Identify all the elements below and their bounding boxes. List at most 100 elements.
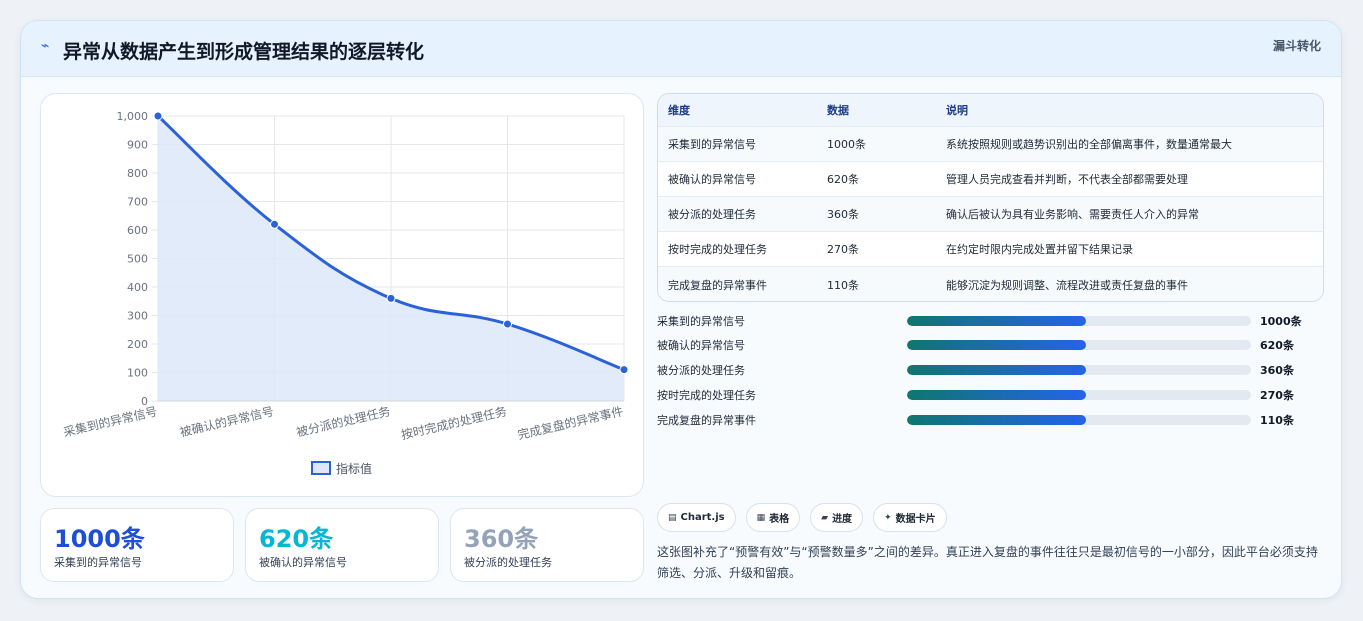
progress-label: 被确认的异常信号 — [657, 339, 745, 352]
table-header-cell: 数据 — [827, 104, 849, 117]
y-tick-label: 900 — [127, 139, 148, 152]
stat-label: 被确认的异常信号 — [259, 556, 347, 569]
y-tick-label: 600 — [127, 224, 148, 237]
table-header-row: 维度 数据 说明 — [658, 94, 1323, 127]
data-point — [503, 319, 512, 329]
y-tick-label: 700 — [127, 196, 148, 209]
table-cell: 620条 — [827, 173, 859, 186]
progress-icon: ▰ — [821, 512, 829, 523]
table-header-cell: 维度 — [668, 104, 690, 117]
stat-card: 1000条 采集到的异常信号 — [40, 508, 234, 582]
progress-fill — [907, 316, 1086, 326]
progress-fill — [907, 415, 1086, 425]
table-cell: 110条 — [827, 278, 859, 292]
progress-fill — [907, 365, 1086, 375]
table-row: 按时完成的处理任务 270条 在约定时限内完成处置并留下结果记录 — [658, 232, 1323, 267]
table-cell: 系统按照规则或趋势识别出的全部偏离事件，数量通常最大 — [946, 138, 1232, 151]
funnel-card: ⌁ 异常从数据产生到形成管理结果的逐层转化 漏斗转化 0 100 200 300 400… — [20, 20, 1342, 599]
table-cell: 确认后被认为具有业务影响、需要责任人介入的异常 — [946, 208, 1199, 221]
progress-row: 采集到的异常信号 1000条 — [657, 311, 1337, 331]
progress-value: 360条 — [1260, 364, 1294, 377]
x-tick-label: 按时完成的处理任务 — [400, 403, 509, 442]
x-tick-label: 被分派的处理任务 — [295, 403, 392, 439]
chip-data-card[interactable]: ✦ 数据卡片 — [873, 503, 947, 532]
progress-value: 620条 — [1260, 339, 1294, 352]
chip-label: 数据卡片 — [895, 514, 936, 525]
progress-value: 110条 — [1260, 414, 1294, 427]
x-tick-label: 被确认的异常信号 — [178, 403, 275, 439]
data-point — [153, 111, 163, 121]
y-tick-label: 300 — [127, 310, 148, 323]
card-title: 异常从数据产生到形成管理结果的逐层转化 — [63, 41, 425, 63]
data-point — [619, 365, 629, 375]
chip-table[interactable]: ▦ 表格 — [745, 503, 801, 532]
legend-swatch — [311, 461, 331, 475]
table-cell: 360条 — [827, 208, 859, 221]
tech-chips: ▤ Chart.js ▦ 表格 ▰ 进度 ✦ 数据卡片 — [657, 503, 947, 533]
progress-track — [907, 415, 1251, 425]
chart-panel: 0 100 200 300 400 500 600 700 800 900 1,000 采集到的异常信… — [40, 93, 644, 497]
progress-value: 1000条 — [1260, 315, 1302, 328]
progress-track — [907, 340, 1251, 350]
table-row: 被确认的异常信号 620条 管理人员完成查看并判断，不代表全部都需要处理 — [658, 162, 1323, 197]
card-header: ⌁ 异常从数据产生到形成管理结果的逐层转化 漏斗转化 — [21, 21, 1341, 77]
progress-label: 采集到的异常信号 — [657, 315, 745, 328]
data-point — [270, 219, 279, 229]
table-cell: 完成复盘的异常事件 — [668, 278, 767, 292]
progress-value: 270条 — [1260, 389, 1294, 402]
table-cell: 采集到的异常信号 — [668, 138, 756, 151]
table-cell: 被确认的异常信号 — [668, 173, 756, 186]
table-cell: 被分派的处理任务 — [668, 208, 756, 221]
y-tick-label: 100 — [127, 367, 148, 380]
chip-label: 进度 — [832, 514, 853, 525]
progress-fill — [907, 340, 1086, 350]
table-cell: 1000条 — [827, 138, 866, 151]
progress-label: 被分派的处理任务 — [657, 364, 745, 377]
stat-value: 360条 — [464, 525, 539, 553]
table-icon: ▦ — [756, 512, 766, 523]
trend-icon: ⌁ — [41, 38, 50, 54]
table-cell: 270条 — [827, 243, 859, 256]
progress-row: 被分派的处理任务 360条 — [657, 360, 1337, 380]
chart-icon: ▤ — [668, 512, 677, 523]
sparkle-icon: ✦ — [884, 512, 892, 523]
table-cell: 能够沉淀为规则调整、流程改进或责任复盘的事件 — [946, 278, 1188, 292]
description-text: 这张图补充了“预警有效”与“预警数量多”之间的差异。真正进入复盘的事件往往只是最… — [657, 545, 1318, 580]
y-tick-label: 400 — [127, 281, 148, 294]
chip-chartjs[interactable]: ▤ Chart.js — [657, 503, 736, 532]
y-tick-label: 1,000 — [117, 110, 149, 123]
data-table: 维度 数据 说明 采集到的异常信号 1000条 系统按照规则或趋势识别出的全部偏… — [657, 93, 1324, 302]
legend-label: 指标值 — [336, 461, 372, 476]
stat-card: 360条 被分派的处理任务 — [450, 508, 644, 582]
progress-track — [907, 365, 1251, 375]
progress-label: 按时完成的处理任务 — [657, 389, 756, 402]
chip-label: 表格 — [769, 514, 790, 525]
progress-row: 完成复盘的异常事件 110条 — [657, 410, 1337, 430]
chip-label: Chart.js — [680, 512, 725, 523]
progress-label: 完成复盘的异常事件 — [657, 414, 756, 427]
table-row: 被分派的处理任务 360条 确认后被认为具有业务影响、需要责任人介入的异常 — [658, 197, 1323, 232]
progress-row: 被确认的异常信号 620条 — [657, 335, 1337, 355]
funnel-tag: 漏斗转化 — [1272, 39, 1321, 53]
progress-track — [907, 390, 1251, 400]
y-tick-label: 800 — [127, 167, 148, 180]
stat-label: 被分派的处理任务 — [464, 556, 552, 569]
x-tick-label: 完成复盘的异常事件 — [516, 403, 625, 442]
chip-progress[interactable]: ▰ 进度 — [810, 503, 864, 532]
progress-track — [907, 316, 1251, 326]
x-tick-label: 采集到的异常信号 — [62, 403, 159, 439]
table-cell: 按时完成的处理任务 — [668, 243, 767, 256]
stat-label: 采集到的异常信号 — [54, 556, 142, 569]
table-row: 完成复盘的异常事件 110条 能够沉淀为规则调整、流程改进或责任复盘的事件 — [658, 267, 1323, 301]
y-tick-label: 200 — [127, 338, 148, 351]
line-chart: 01002003004005006007008009001,000采集到的异常信… — [62, 110, 629, 476]
stat-value: 620条 — [259, 525, 334, 553]
table-header-cell: 说明 — [946, 104, 968, 117]
table-row: 采集到的异常信号 1000条 系统按照规则或趋势识别出的全部偏离事件，数量通常最… — [658, 127, 1323, 162]
table-cell: 在约定时限内完成处置并留下结果记录 — [946, 243, 1133, 256]
table-cell: 管理人员完成查看并判断，不代表全部都需要处理 — [946, 173, 1188, 186]
data-point — [386, 293, 396, 303]
progress-fill — [907, 390, 1086, 400]
progress-row: 按时完成的处理任务 270条 — [657, 385, 1337, 405]
stat-card: 620条 被确认的异常信号 — [245, 508, 439, 582]
